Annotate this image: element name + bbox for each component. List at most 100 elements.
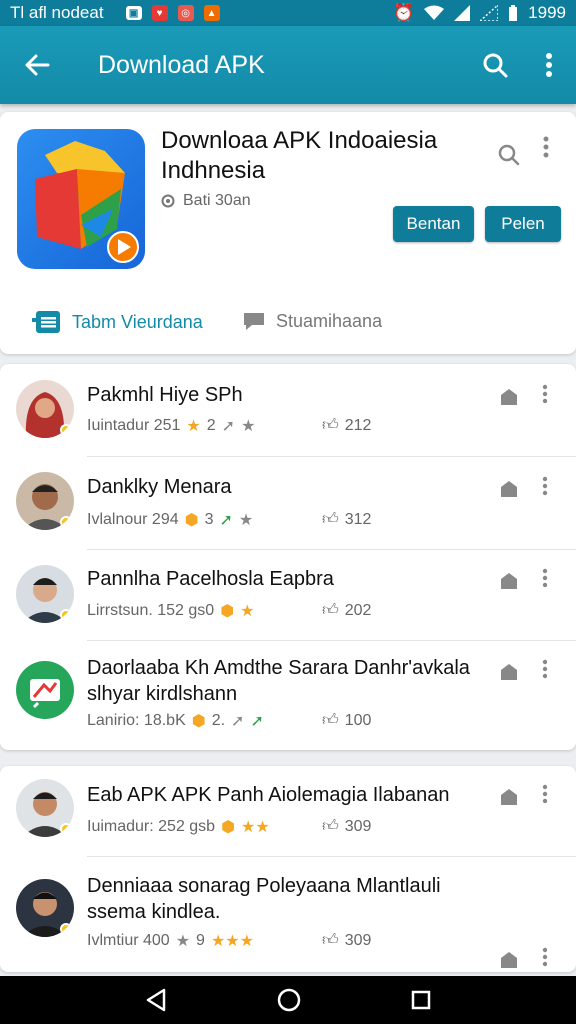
list-item-meta: Ivlalnour 294 ⬢ 3 ➚ ★ [87, 511, 254, 529]
bookmark-button[interactable] [498, 386, 520, 408]
list-icon [32, 311, 60, 333]
status-bar: Tl afl nodeat ▣ ♥ ◎ ▲ ⏰ 1999 [0, 0, 576, 26]
item-more-button[interactable] [538, 782, 552, 806]
list-item-meta: Iuimadur: 252 gsb ⬢ ★★ [87, 818, 270, 836]
more-vert-icon [542, 784, 548, 804]
nav-recents-icon[interactable] [411, 990, 431, 1010]
primary-action-button[interactable]: Bentan [393, 206, 474, 242]
trend-icon: ➚ [221, 418, 236, 435]
app-more-button[interactable] [534, 132, 558, 162]
avatar [16, 472, 74, 530]
review-list-card: Eab APK APK Panh Aiolemagia Ilabanan Iui… [0, 766, 576, 972]
item-more-button[interactable] [538, 945, 552, 969]
star-outline-icon: ★ [175, 933, 191, 950]
nav-home-icon[interactable] [277, 988, 301, 1012]
bookmark-button[interactable] [498, 570, 520, 592]
verified-badge-icon [60, 923, 72, 935]
app-header-card: Downloaa APK Indoaiesia Indhnesia Bati 3… [0, 112, 576, 354]
bookmark-icon [501, 952, 517, 968]
signal-icon [454, 5, 471, 21]
bookmark-icon [501, 664, 517, 680]
bookmark-button[interactable] [498, 786, 520, 808]
search-icon [498, 144, 520, 166]
bookmark-icon [501, 389, 517, 405]
verified-badge-icon [60, 823, 72, 835]
list-item[interactable]: Pakmhl Hiye SPh Iuintadur 251 ★ 2 ➚ ★ 👍︎… [0, 364, 576, 457]
shield-icon: ⬢ [191, 713, 206, 730]
thumbs-up-icon: 👍︎ [322, 511, 339, 528]
alarm-icon: ⏰ [393, 3, 415, 22]
list-item-meta: Lanirio: 18.bK ⬢ 2. ➚ ➚ [87, 712, 264, 730]
app-icon [17, 129, 145, 269]
more-vert-icon [546, 53, 552, 77]
shield-icon: ⬢ [184, 512, 199, 529]
likes-count: 👍︎ 309 [322, 817, 372, 836]
secondary-action-button[interactable]: Pelen [485, 206, 561, 242]
tab-comments[interactable]: Stuamihaana [242, 310, 382, 332]
more-vert-icon [542, 659, 548, 679]
item-more-button[interactable] [538, 382, 552, 406]
search-icon [483, 53, 508, 78]
list-item[interactable]: Danklky Menara Ivlalnour 294 ⬢ 3 ➚ ★ 👍︎ … [0, 457, 576, 550]
battery-icon [509, 5, 518, 21]
thumbs-up-icon: 👍︎ [322, 417, 339, 434]
back-button[interactable] [0, 26, 74, 104]
list-item-title: Danklky Menara [87, 476, 232, 498]
trend-icon: ➚ [219, 512, 233, 529]
list-item[interactable]: Pannlha Pacelhosla Eapbra Lirrstsun. 152… [0, 550, 576, 641]
nav-back-icon[interactable] [145, 988, 167, 1012]
bookmark-icon [501, 481, 517, 497]
app-search-button[interactable] [494, 140, 524, 170]
verified-badge-icon [60, 609, 72, 621]
thumbs-up-icon: 👍︎ [322, 602, 339, 619]
search-button[interactable] [468, 26, 522, 104]
list-item[interactable]: Denniaaa sonarag Poleyaana Mlantlauli ss… [0, 857, 576, 969]
list-item[interactable]: Eab APK APK Panh Aiolemagia Ilabanan Iui… [0, 766, 576, 857]
location-icon [161, 194, 175, 208]
list-item[interactable]: Daorlaaba Kh Amdthe Sarara Danhr'avkala … [0, 641, 576, 749]
app-bar: Download APK [0, 26, 576, 104]
tab-comments-label: Stuamihaana [276, 310, 383, 331]
comment-icon [244, 313, 264, 330]
system-nav-bar [0, 976, 576, 1024]
star-icon: ★ [186, 418, 201, 435]
tab-overview-label: Tabm Vieurdana [72, 311, 203, 332]
bookmark-button[interactable] [498, 661, 520, 683]
avatar [16, 661, 74, 719]
avatar [16, 565, 74, 623]
clock-time: 1999 [528, 3, 566, 22]
likes-count: 👍︎ 312 [322, 510, 372, 529]
thumbs-up-icon: 👍︎ [322, 932, 339, 949]
avatar [16, 779, 74, 837]
review-list-card: Pakmhl Hiye SPh Iuintadur 251 ★ 2 ➚ ★ 👍︎… [0, 364, 576, 750]
tab-overview[interactable]: Tabm Vieurdana [32, 310, 203, 334]
trend-icon: ➚ [250, 713, 264, 730]
more-vert-icon [542, 947, 548, 967]
bookmark-button[interactable] [498, 949, 520, 971]
star-icon: ★★★ [210, 933, 254, 950]
verified-badge-icon [60, 424, 72, 436]
list-item-meta: Iuintadur 251 ★ 2 ➚ ★ [87, 417, 256, 435]
more-vert-icon [543, 136, 549, 158]
list-item-title: Pannlha Pacelhosla Eapbra [87, 568, 334, 590]
app-title: Downloaa APK Indoaiesia Indhnesia [161, 127, 438, 184]
likes-count: 👍︎ 212 [322, 416, 372, 435]
list-item-title: Eab APK APK Panh Aiolemagia Ilabanan [87, 784, 450, 806]
more-vert-icon [542, 384, 548, 404]
star-outline-icon: ★ [238, 512, 254, 529]
list-item-meta: Ivlmtiur 400 ★ 9 ★★★ [87, 932, 254, 950]
bookmark-button[interactable] [498, 478, 520, 500]
overflow-menu-button[interactable] [522, 26, 576, 104]
wifi-icon [424, 5, 445, 20]
item-more-button[interactable] [538, 657, 552, 681]
avatar [16, 879, 74, 937]
bookmark-icon [501, 789, 517, 805]
more-vert-icon [542, 476, 548, 496]
likes-count: 👍︎ 202 [322, 601, 372, 620]
app-bar-title: Download APK [98, 50, 265, 79]
item-more-button[interactable] [538, 566, 552, 590]
star-outline-icon: ★ [241, 418, 256, 435]
item-more-button[interactable] [538, 474, 552, 498]
carrier-text: Tl afl nodeat [10, 3, 104, 22]
signal-icon [480, 5, 499, 21]
